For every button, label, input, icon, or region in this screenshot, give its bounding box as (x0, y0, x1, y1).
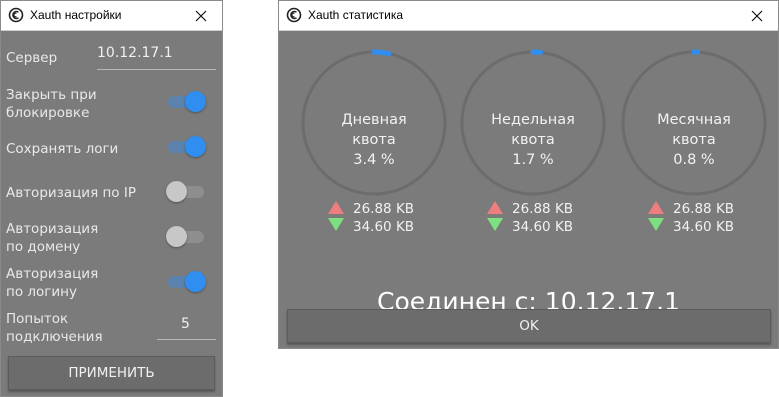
download-value: 34.60 KB (353, 219, 415, 235)
option-label-close-on-lock: Закрыть при блокировке (6, 87, 97, 121)
gauge-percent: 1.7 % (512, 152, 554, 168)
gauge-title-line2: квота (672, 132, 716, 148)
upload-value: 26.88 KB (512, 201, 574, 217)
gauge-percent: 0.8 % (673, 152, 715, 168)
upload-value: 26.88 KB (673, 201, 735, 217)
settings-window: Xauth настройки Сервер 10.12.17.1 Закрыт… (0, 0, 223, 397)
gauge-title-line2: квота (352, 132, 396, 148)
toggle-auth-by-login[interactable] (166, 271, 206, 293)
monthly-quota-gauge: Месячная квота 0.8 % (619, 48, 769, 198)
gauge-title-line1: Месячная (657, 112, 731, 128)
close-button[interactable] (736, 1, 778, 30)
stats-titlebar[interactable]: Xauth статистика (279, 1, 778, 31)
ok-button[interactable]: OK (287, 309, 771, 343)
gauge-progress-arc (371, 49, 392, 57)
server-input-underline (97, 69, 216, 70)
option-label-auth-by-ip: Авторизация по IP (6, 185, 136, 201)
arrow-up-icon (648, 201, 664, 214)
gauge-title-line2: квота (511, 132, 555, 148)
stats-body: Дневная квота 3.4 % 26.88 KB 34.60 KB Не… (279, 31, 778, 348)
toggle-auth-by-domain[interactable] (166, 226, 206, 248)
option-label-auth-by-domain: Авторизация по домену (6, 221, 99, 255)
attempts-input[interactable]: 5 (181, 316, 190, 332)
window-title: Xauth статистика (308, 8, 404, 22)
server-label: Сервер (6, 50, 58, 66)
gauge-title-line1: Недельная (491, 112, 575, 128)
apply-button[interactable]: ПРИМЕНИТЬ (8, 356, 215, 390)
toggle-knob (166, 226, 187, 247)
close-button[interactable] (180, 1, 222, 30)
xauth-logo-icon (286, 7, 302, 23)
upload-value: 26.88 KB (353, 201, 415, 217)
option-label-auth-by-login: Авторизация по логину (6, 266, 99, 300)
option-label-save-logs: Сохранять логи (6, 141, 119, 157)
server-input[interactable]: 10.12.17.1 (97, 45, 173, 61)
gauge-title-line1: Дневная (341, 112, 407, 128)
attempts-input-underline (157, 339, 216, 340)
close-icon (751, 10, 763, 21)
attempts-label: Попыток подключения (6, 311, 103, 345)
toggle-close-on-lock[interactable] (166, 91, 206, 113)
close-icon (195, 10, 207, 21)
toggle-knob (166, 181, 187, 202)
toggle-knob (185, 136, 206, 157)
settings-titlebar[interactable]: Xauth настройки (1, 1, 222, 31)
window-title: Xauth настройки (30, 8, 122, 22)
toggle-save-logs[interactable] (166, 136, 206, 158)
toggle-knob (185, 271, 206, 292)
monthly-traffic: 26.88 KB 34.60 KB (648, 199, 748, 239)
daily-traffic: 26.88 KB 34.60 KB (328, 199, 428, 239)
arrow-down-icon (648, 218, 664, 231)
arrow-down-icon (487, 218, 503, 231)
stats-window: Xauth статистика Дневная квота 3.4 % 26.… (278, 0, 779, 349)
gauge-percent: 3.4 % (353, 152, 395, 168)
daily-quota-gauge: Дневная квота 3.4 % (299, 48, 449, 198)
xauth-logo-icon (8, 7, 24, 23)
download-value: 34.60 KB (673, 219, 735, 235)
toggle-auth-by-ip[interactable] (166, 181, 206, 203)
arrow-down-icon (328, 218, 344, 231)
weekly-quota-gauge: Недельная квота 1.7 % (458, 48, 608, 198)
arrow-up-icon (328, 201, 344, 214)
toggle-knob (185, 91, 206, 112)
arrow-up-icon (487, 201, 503, 214)
weekly-traffic: 26.88 KB 34.60 KB (487, 199, 587, 239)
download-value: 34.60 KB (512, 219, 574, 235)
